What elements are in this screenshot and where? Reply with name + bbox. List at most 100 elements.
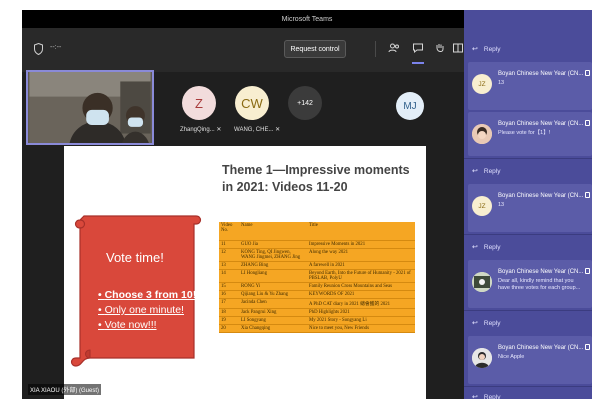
reply-arrow-icon: ↩ xyxy=(472,320,478,327)
participant-name-text: WANG, CHE... xyxy=(234,127,274,133)
sender-avatar xyxy=(472,272,492,292)
video-name-cell: Xia Changqing xyxy=(239,324,307,333)
video-number-cell: 17 xyxy=(219,298,239,309)
video-title-cell: Along the way 2021 xyxy=(307,248,415,262)
copy-icon[interactable] xyxy=(585,70,590,76)
table-row: 16 Qijiang Liu & Yu Zhang KEYWORDS OF 2021 xyxy=(219,290,415,299)
sender-avatar xyxy=(472,124,492,144)
hand-icon[interactable] xyxy=(432,40,448,56)
sender-name: Boyan Chinese New Year (CN... xyxy=(498,345,584,351)
mic-off-icon: ✕ xyxy=(275,127,281,133)
reply-button[interactable]: ↩ Reply xyxy=(472,38,592,60)
copy-icon[interactable] xyxy=(585,344,590,350)
copy-icon[interactable] xyxy=(585,192,590,198)
vote-instruction-item: Vote now!!! xyxy=(98,318,196,333)
table-row: 13 ZHANG Bing A farewell in 2021 xyxy=(219,261,415,270)
video-title-cell: Family Reunion Cross Mountains and Seas xyxy=(307,282,415,291)
participant-avatar-z[interactable]: Z xyxy=(182,86,216,120)
sender-name: Boyan Chinese New Year (CN... xyxy=(498,121,584,127)
participant-avatar-cw[interactable]: CW xyxy=(235,86,269,120)
participant-initials: Z xyxy=(195,95,203,111)
thread-divider xyxy=(464,310,592,311)
table-row: 18 Jack Pangrui Xing PhD Highlights 2021 xyxy=(219,308,415,317)
table-row: 12 KONG Ting, QI Jingwen, WANG Jingmei, Z… xyxy=(219,248,415,262)
reply-button[interactable]: ↩ Reply xyxy=(472,160,592,182)
reply-button[interactable]: ↩ Reply xyxy=(472,236,592,258)
chat-message[interactable]: JZ Boyan Chinese New Year (CN... 13 xyxy=(468,62,592,110)
table-row: 15 RONG Yi Family Reunion Cross Mountains … xyxy=(219,282,415,291)
participant-name: WANG, CHE... ✕ xyxy=(234,126,280,133)
reply-label: Reply xyxy=(483,393,501,399)
table-header-row: Video No. Name Title xyxy=(219,222,415,241)
participant-initials: CW xyxy=(241,95,263,111)
chat-message[interactable]: JZ Boyan Chinese New Year (CN... 13 xyxy=(468,184,592,232)
sender-photo xyxy=(472,124,492,144)
sender-avatar: JZ xyxy=(472,74,492,94)
chat-message[interactable]: Boyan Chinese New Year (CN... Dear all, … xyxy=(468,260,592,308)
participant-name: ZhangQing... ✕ xyxy=(180,126,221,133)
window-title: Microsoft Teams xyxy=(281,15,333,23)
video-title-cell: A farewell in 2021 xyxy=(307,261,415,270)
reply-label: Reply xyxy=(483,319,501,327)
thread-divider xyxy=(464,158,592,159)
request-control-button[interactable]: Request control xyxy=(284,40,346,58)
copy-icon[interactable] xyxy=(585,268,590,274)
video-title-cell: Beyond Earth, Into the Future of Humanit… xyxy=(307,269,415,283)
video-name-cell: RONG Yi xyxy=(239,282,307,291)
reply-button[interactable]: ↩ Reply xyxy=(472,312,592,334)
slide-title: Theme 1—Impressive moments in 2021: Vide… xyxy=(222,163,410,194)
chat-active-indicator xyxy=(412,62,424,64)
video-title-cell: Impressive Moments in 2021 xyxy=(307,240,415,249)
video-number-cell: 13 xyxy=(219,261,239,270)
video-name-cell: LI Songyang xyxy=(239,316,307,325)
vote-instruction-item: Only one minute! xyxy=(98,303,196,318)
video-title-cell: PhD Highlights 2021 xyxy=(307,308,415,317)
participant-name-text: ZhangQing... xyxy=(180,127,215,133)
table-row: 20 Xia Changqing Nice to meet you, New Fri… xyxy=(219,324,415,333)
meeting-timer: --:-- xyxy=(50,44,62,51)
message-text: Nice Apple xyxy=(498,354,525,360)
video-name-cell: LI Hongliang xyxy=(239,269,307,283)
more-participants-button[interactable]: +142 xyxy=(288,86,322,120)
shared-screen: Theme 1—Impressive moments in 2021: Vide… xyxy=(28,146,426,399)
sender-avatar xyxy=(472,348,492,368)
video-name-cell: Qijiang Liu & Yu Zhang xyxy=(239,290,307,299)
participant-avatar-mj[interactable]: MJ xyxy=(396,92,424,120)
video-number-cell: 20 xyxy=(219,324,239,333)
video-number-cell: 11 xyxy=(219,240,239,249)
reply-arrow-icon: ↩ xyxy=(472,46,478,53)
sender-photo xyxy=(472,348,492,368)
sender-photo xyxy=(472,272,492,292)
video-number-cell: 16 xyxy=(219,290,239,299)
teams-window: Microsoft Teams --:-- Request control Z … xyxy=(22,10,592,399)
reply-button[interactable]: ↩ Reply xyxy=(472,386,592,399)
thread-divider xyxy=(464,234,592,235)
column-header: Video No. xyxy=(219,222,239,241)
column-header: Title xyxy=(307,222,415,241)
message-text: 13 xyxy=(498,202,505,208)
chat-message[interactable]: Boyan Chinese New Year (CN... Nice Apple xyxy=(468,336,592,384)
vote-instruction-item: Choose 3 from 10! xyxy=(98,288,197,303)
video-title-cell: My 2021 Story - Songyang Li xyxy=(307,316,415,325)
more-participants-count: +142 xyxy=(297,99,313,107)
video-number-cell: 15 xyxy=(219,282,239,291)
video-name-cell: Jacinda Chen xyxy=(239,298,307,309)
chat-icon[interactable] xyxy=(410,40,426,56)
webcam-feed-image xyxy=(29,72,151,143)
mic-off-icon: ✕ xyxy=(216,127,222,133)
copy-icon[interactable] xyxy=(585,120,590,126)
table-row: 19 LI Songyang My 2021 Story - Songyang Li xyxy=(219,316,415,325)
table-row: 14 LI Hongliang Beyond Earth, Into the Fut… xyxy=(219,269,415,283)
video-number-cell: 12 xyxy=(219,248,239,262)
self-video-tile[interactable] xyxy=(26,70,154,145)
table-row: 11 GUO Jia Impressive Moments in 2021 xyxy=(219,240,415,249)
people-icon[interactable] xyxy=(386,40,402,56)
participant-initials: MJ xyxy=(403,100,417,112)
presenter-name-tag: XIA XIAOU (外部) (Guest) xyxy=(28,384,102,395)
reply-label: Reply xyxy=(483,243,501,251)
chat-message[interactable]: Boyan Chinese New Year (CN... Please vot… xyxy=(468,112,592,156)
message-text: Please vote for【1】! xyxy=(498,130,551,136)
shield-icon[interactable] xyxy=(34,43,43,55)
message-text: 13 xyxy=(498,80,505,86)
video-number-cell: 14 xyxy=(219,269,239,283)
